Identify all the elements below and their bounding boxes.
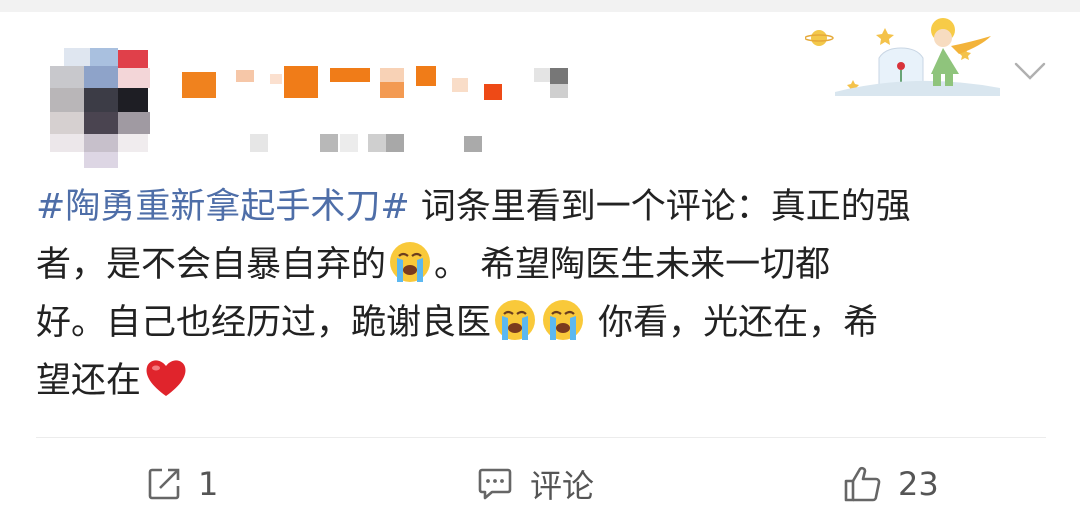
- hashtag-link[interactable]: #陶勇重新拿起手术刀#: [36, 187, 410, 227]
- post-text-line3: 好。自己也经历过，跪谢良医: [36, 303, 492, 343]
- post-text-line2: 者，是不会自暴自弃的: [36, 245, 387, 285]
- divider: [36, 437, 1046, 438]
- username-obscured[interactable]: [180, 60, 580, 100]
- post-text-line2-after: 。 希望陶医生未来一切都: [434, 245, 831, 285]
- repost-button[interactable]: 1: [146, 458, 218, 510]
- loudly-crying-face-icon: [495, 300, 536, 340]
- chevron-down-icon[interactable]: [1012, 58, 1048, 84]
- loudly-crying-face-icon: [543, 300, 584, 340]
- post-text-line4: 望还在: [36, 361, 142, 401]
- comment-button[interactable]: 评论: [476, 458, 594, 510]
- post-text-line1: 词条里看到一个评论：真正的强: [409, 187, 911, 227]
- loudly-crying-face-icon: [390, 242, 431, 282]
- repost-count: 1: [198, 465, 219, 503]
- post-text-line3-after: 你看，光还在，希: [587, 303, 879, 343]
- post-body: #陶勇重新拿起手术刀# 词条里看到一个评论：真正的强 者，是不会自暴自弃的 。 …: [36, 178, 1046, 410]
- comment-icon: [478, 468, 512, 500]
- red-heart-icon: [146, 360, 186, 396]
- share-icon: [148, 468, 180, 500]
- post-meta-obscured: [180, 130, 500, 154]
- like-button[interactable]: 23: [842, 458, 939, 510]
- little-prince-decoration: [805, 18, 1000, 96]
- like-count: 23: [898, 465, 939, 503]
- thumbs-up-icon: [844, 466, 881, 502]
- comment-label: 评论: [530, 467, 595, 505]
- avatar[interactable]: [50, 48, 154, 168]
